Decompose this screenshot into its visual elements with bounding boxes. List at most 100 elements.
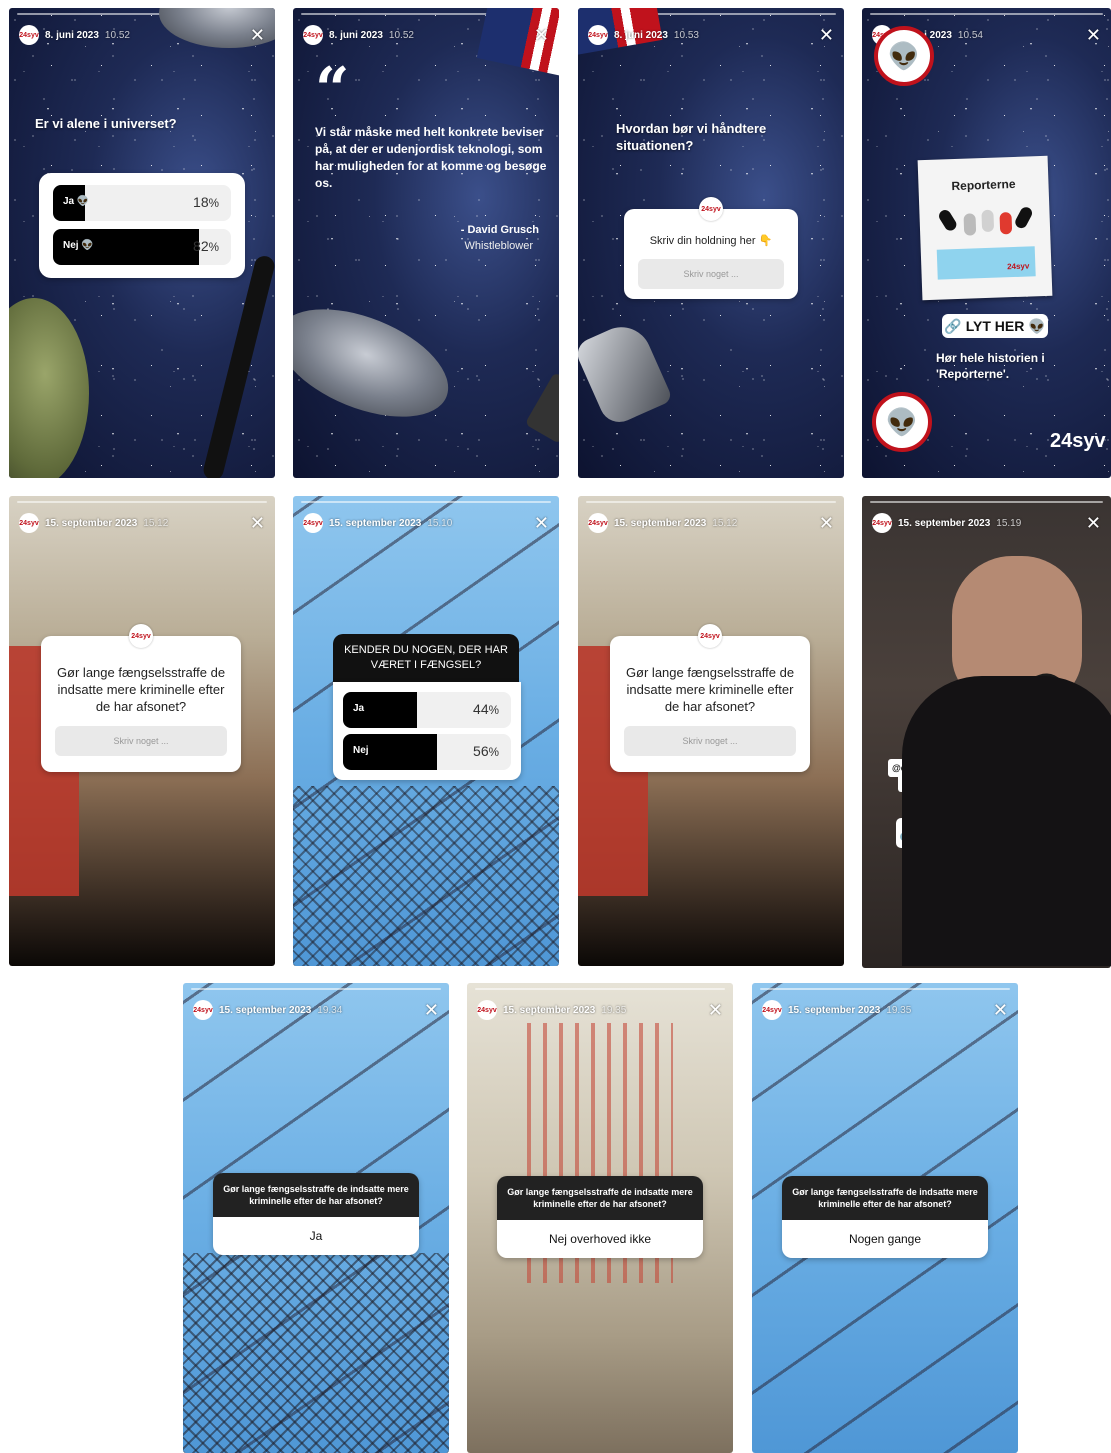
caption-line: mere kriminel af at komme i fængsel <box>898 774 1062 792</box>
question-sticker: 24syv Skriv din holdning her 👇 Skriv nog… <box>624 197 798 299</box>
avatar[interactable]: 24syv <box>193 1000 213 1020</box>
answer-input[interactable]: Skriv noget ... <box>55 726 227 756</box>
story-time: 15.12 <box>712 517 738 529</box>
story-time: 15.19 <box>996 517 1022 529</box>
story-time: 15.12 <box>143 517 169 529</box>
reporterne-note: Reporterne 24syv <box>917 155 1053 301</box>
answer-input[interactable]: Skriv noget ... <box>624 726 796 756</box>
answer-question: Gør lange fængselsstraffe de indsatte me… <box>782 1176 988 1220</box>
quote-mark-icon: “ <box>315 55 350 125</box>
subtitle-line: journalisthøjskole <box>926 899 1047 915</box>
story-5[interactable]: 24syv 15. september 2023 15.12 ✕ 24syv G… <box>9 496 275 966</box>
close-icon[interactable]: ✕ <box>1086 26 1101 44</box>
answer-sticker: Gør lange fængselsstraffe de indsatte me… <box>782 1176 988 1258</box>
close-icon[interactable]: ✕ <box>1086 514 1101 532</box>
answer-input[interactable]: Skriv noget ... <box>638 259 784 289</box>
quote-author: - David Grusch <box>460 224 539 236</box>
story-progress <box>586 501 836 503</box>
logo: 24syv <box>129 624 153 648</box>
poll-percentage: 44% <box>473 701 499 717</box>
story-header: 24syv 15. september 2023 15.12 ✕ <box>588 512 834 534</box>
story-3[interactable]: 24syv 8. juni 2023 10.53 ✕ Hvordan bør v… <box>578 8 844 478</box>
logo: 24syv <box>699 197 723 221</box>
alien-sign-icon: 👽 <box>872 392 932 452</box>
close-icon[interactable]: ✕ <box>534 514 549 532</box>
story-progress <box>17 501 267 503</box>
fence-image <box>293 786 559 966</box>
link-sticker[interactable]: 🔗 LYT HER 👽 <box>942 314 1048 338</box>
avatar[interactable]: 24syv <box>762 1000 782 1020</box>
answer-sticker: Gør lange fængselsstraffe de indsatte me… <box>213 1173 419 1255</box>
alien-sign-icon: 👽 <box>874 26 934 86</box>
avatar[interactable]: 24syv <box>872 513 892 533</box>
close-icon[interactable]: ✕ <box>250 514 265 532</box>
avatar[interactable]: 24syv <box>19 513 39 533</box>
avatar[interactable]: 24syv <box>19 25 39 45</box>
story-date: 15. september 2023 <box>45 517 138 529</box>
story-1[interactable]: 24syv 8. juni 2023 10.52 ✕ Er vi alene i… <box>9 8 275 478</box>
close-icon[interactable]: ✕ <box>819 514 834 532</box>
story-progress <box>301 501 551 503</box>
avatar[interactable]: 24syv <box>303 513 323 533</box>
story-date: 15. september 2023 <box>329 517 422 529</box>
story-date: 8. juni 2023 <box>329 29 383 41</box>
story-7[interactable]: 24syv 15. september 2023 15.12 ✕ 24syv G… <box>578 496 844 966</box>
story-11[interactable]: 24syv 15. september 2023 19.35 ✕ Gør lan… <box>752 983 1018 1453</box>
poll-option-yes[interactable]: Ja 44% <box>343 692 511 728</box>
link-icon: 🔗 <box>899 825 918 842</box>
poll-option-yes[interactable]: Ja 👽 18% <box>53 185 231 221</box>
close-icon[interactable]: ✕ <box>708 1001 723 1019</box>
microphone-image <box>1001 667 1083 755</box>
link-icon: 🔗 <box>944 317 962 334</box>
answer-text: Nej overhoved ikke <box>497 1220 703 1258</box>
link-sticker[interactable]: 🔗 LYT TIL 'REPORTERNE' <box>896 818 1094 848</box>
story-4[interactable]: 24syv 8. juni 2023 10.54 ✕ 👽 Reporterne … <box>862 8 1111 478</box>
story-date: 15. september 2023 <box>788 1004 881 1016</box>
story-time: 15.10 <box>427 517 453 529</box>
story-date: 15. september 2023 <box>503 1004 596 1016</box>
avatar[interactable]: 24syv <box>588 25 608 45</box>
story-time: 10.52 <box>104 29 130 41</box>
story-9[interactable]: 24syv 15. september 2023 19.34 ✕ Gør lan… <box>183 983 449 1453</box>
microphone-icon <box>999 212 1013 235</box>
story-8[interactable]: 24syv 15. september 2023 15.19 ✕ Den tid… <box>862 496 1111 968</box>
story-progress <box>475 988 725 990</box>
subtitle-line: Men ligesom en <box>933 881 1040 897</box>
poll-option-label: Nej <box>353 745 369 756</box>
avatar[interactable]: 24syv <box>303 25 323 45</box>
story-progress <box>870 501 1103 503</box>
close-icon[interactable]: ✕ <box>250 26 265 44</box>
answer-sticker: Gør lange fængselsstraffe de indsatte me… <box>497 1176 703 1258</box>
story-2[interactable]: 24syv 8. juni 2023 10.52 ✕ “ Vi står mås… <box>293 8 559 478</box>
story-date: 8. juni 2023 <box>614 29 668 41</box>
story-text: Hør hele historien i 'Reporterne'. <box>936 351 1045 381</box>
microphone-icon <box>963 213 977 236</box>
close-icon[interactable]: ✕ <box>993 1001 1008 1019</box>
poll-option-label: Ja 👽 <box>63 196 90 207</box>
story-header: 24syv 15. september 2023 15.12 ✕ <box>19 512 265 534</box>
close-icon[interactable]: ✕ <box>424 1001 439 1019</box>
story-time: 19.35 <box>601 1004 627 1016</box>
story-header: 24syv 15. september 2023 15.10 ✕ <box>303 512 549 534</box>
poll-question: KENDER DU NOGEN, DER HAR VÆRET I FÆNGSEL… <box>333 634 519 682</box>
quote-role: Whistleblower <box>464 240 533 252</box>
poll-percentage: 56% <box>473 743 499 759</box>
story-header: 24syv 8. juni 2023 10.52 ✕ <box>303 24 549 46</box>
story-header: 24syv 15. september 2023 19.35 ✕ <box>477 999 723 1021</box>
caption-line: @celosse_andersen mener, at man bliver <box>888 759 1073 777</box>
story-progress <box>191 988 441 990</box>
answer-question: Gør lange fængselsstraffe de indsatte me… <box>213 1173 419 1217</box>
poll-option-no[interactable]: Nej 👽 82% <box>53 229 231 265</box>
poll-option-no[interactable]: Nej 56% <box>343 734 511 770</box>
question-sticker: 24syv Gør lange fængselsstraffe de indsa… <box>41 624 241 772</box>
close-icon[interactable]: ✕ <box>819 26 834 44</box>
answer-question: Gør lange fængselsstraffe de indsatte me… <box>497 1176 703 1220</box>
microphone-icon <box>981 209 995 233</box>
avatar[interactable]: 24syv <box>588 513 608 533</box>
story-header: 24syv 15. september 2023 15.19 ✕ <box>872 512 1101 534</box>
story-6[interactable]: 24syv 15. september 2023 15.10 ✕ KENDER … <box>293 496 559 966</box>
ufo-image <box>293 287 464 439</box>
avatar[interactable]: 24syv <box>477 1000 497 1020</box>
close-icon[interactable]: ✕ <box>534 26 549 44</box>
story-10[interactable]: 24syv 15. september 2023 19.35 ✕ Gør lan… <box>467 983 733 1453</box>
